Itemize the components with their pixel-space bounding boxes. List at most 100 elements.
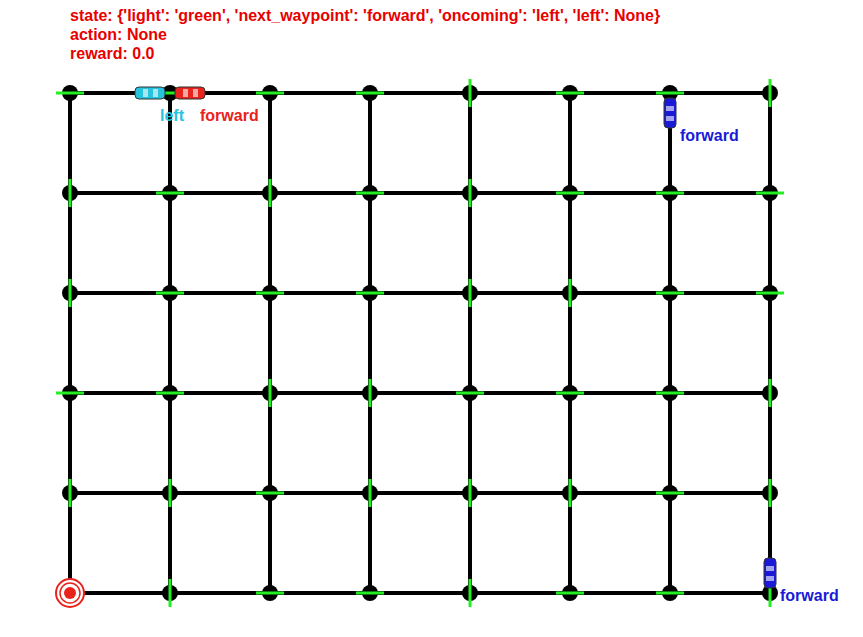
intersection: [656, 385, 684, 401]
green-light: [256, 92, 284, 95]
state-text: state: {'light': 'green', 'next_waypoint…: [70, 6, 863, 25]
intersection: [156, 285, 184, 301]
road: [70, 291, 770, 295]
intersection: [556, 585, 584, 601]
green-light: [656, 292, 684, 295]
green-light: [369, 379, 372, 407]
intersection: [362, 479, 378, 507]
green-light: [356, 292, 384, 295]
reward-text: reward: 0.0: [70, 44, 863, 63]
intersection: [462, 479, 478, 507]
intersection: [462, 279, 478, 307]
car-label: forward: [780, 587, 839, 604]
road: [768, 93, 772, 593]
green-light: [469, 579, 472, 607]
intersection: [456, 385, 484, 401]
green-light: [156, 292, 184, 295]
intersection: [262, 379, 278, 407]
green-light: [556, 192, 584, 195]
car: forward: [175, 87, 259, 124]
road: [568, 93, 572, 593]
road: [368, 93, 372, 593]
car-label: left: [160, 107, 185, 124]
intersection: [756, 185, 784, 201]
intersection: [462, 579, 478, 607]
intersection: [556, 385, 584, 401]
intersection: [356, 585, 384, 601]
green-light: [756, 292, 784, 295]
intersection: [656, 185, 684, 201]
intersection: [462, 179, 478, 207]
green-light: [69, 279, 72, 307]
intersection: [162, 579, 178, 607]
intersection: [256, 85, 284, 101]
road: [70, 191, 770, 195]
green-light: [356, 592, 384, 595]
intersection: [756, 285, 784, 301]
intersection: [162, 479, 178, 507]
green-light: [656, 592, 684, 595]
green-light: [156, 392, 184, 395]
intersection: [362, 379, 378, 407]
car-label: forward: [200, 107, 259, 124]
intersection: [562, 479, 578, 507]
green-light: [269, 379, 272, 407]
green-light: [56, 92, 84, 95]
intersection: [656, 285, 684, 301]
simulator: state: {'light': 'green', 'next_waypoint…: [0, 0, 863, 637]
road: [668, 93, 672, 593]
road: [468, 93, 472, 593]
green-light: [256, 292, 284, 295]
intersection: [156, 385, 184, 401]
intersection: [462, 79, 478, 107]
green-light: [469, 179, 472, 207]
green-light: [656, 192, 684, 195]
green-light: [569, 279, 572, 307]
intersection: [256, 285, 284, 301]
destination-icon: [56, 579, 84, 607]
status-header: state: {'light': 'green', 'next_waypoint…: [0, 0, 863, 70]
green-light: [56, 392, 84, 395]
green-light: [469, 479, 472, 507]
green-light: [656, 492, 684, 495]
intersection: [256, 585, 284, 601]
green-light: [356, 192, 384, 195]
green-light: [769, 479, 772, 507]
green-light: [769, 379, 772, 407]
green-light: [556, 392, 584, 395]
green-light: [469, 279, 472, 307]
green-light: [69, 479, 72, 507]
green-light: [456, 392, 484, 395]
intersection: [556, 85, 584, 101]
intersection: [762, 379, 778, 407]
intersection: [262, 179, 278, 207]
green-light: [756, 192, 784, 195]
green-light: [556, 592, 584, 595]
road: [68, 93, 72, 593]
green-light: [656, 92, 684, 95]
green-light: [569, 479, 572, 507]
intersection: [562, 279, 578, 307]
intersection: [256, 485, 284, 501]
intersection: [62, 279, 78, 307]
green-light: [156, 192, 184, 195]
intersection: [62, 179, 78, 207]
road: [268, 93, 272, 593]
intersection: [62, 479, 78, 507]
green-light: [256, 492, 284, 495]
road: [70, 391, 770, 395]
car-label: forward: [680, 127, 739, 144]
green-light: [469, 79, 472, 107]
green-light: [369, 479, 372, 507]
intersection: [56, 385, 84, 401]
intersection: [656, 585, 684, 601]
intersection: [56, 85, 84, 101]
green-light: [269, 179, 272, 207]
intersection: [556, 185, 584, 201]
green-light: [69, 179, 72, 207]
intersection: [356, 185, 384, 201]
green-light: [256, 592, 284, 595]
intersection: [762, 79, 778, 107]
action-text: action: None: [70, 25, 863, 44]
green-light: [656, 392, 684, 395]
